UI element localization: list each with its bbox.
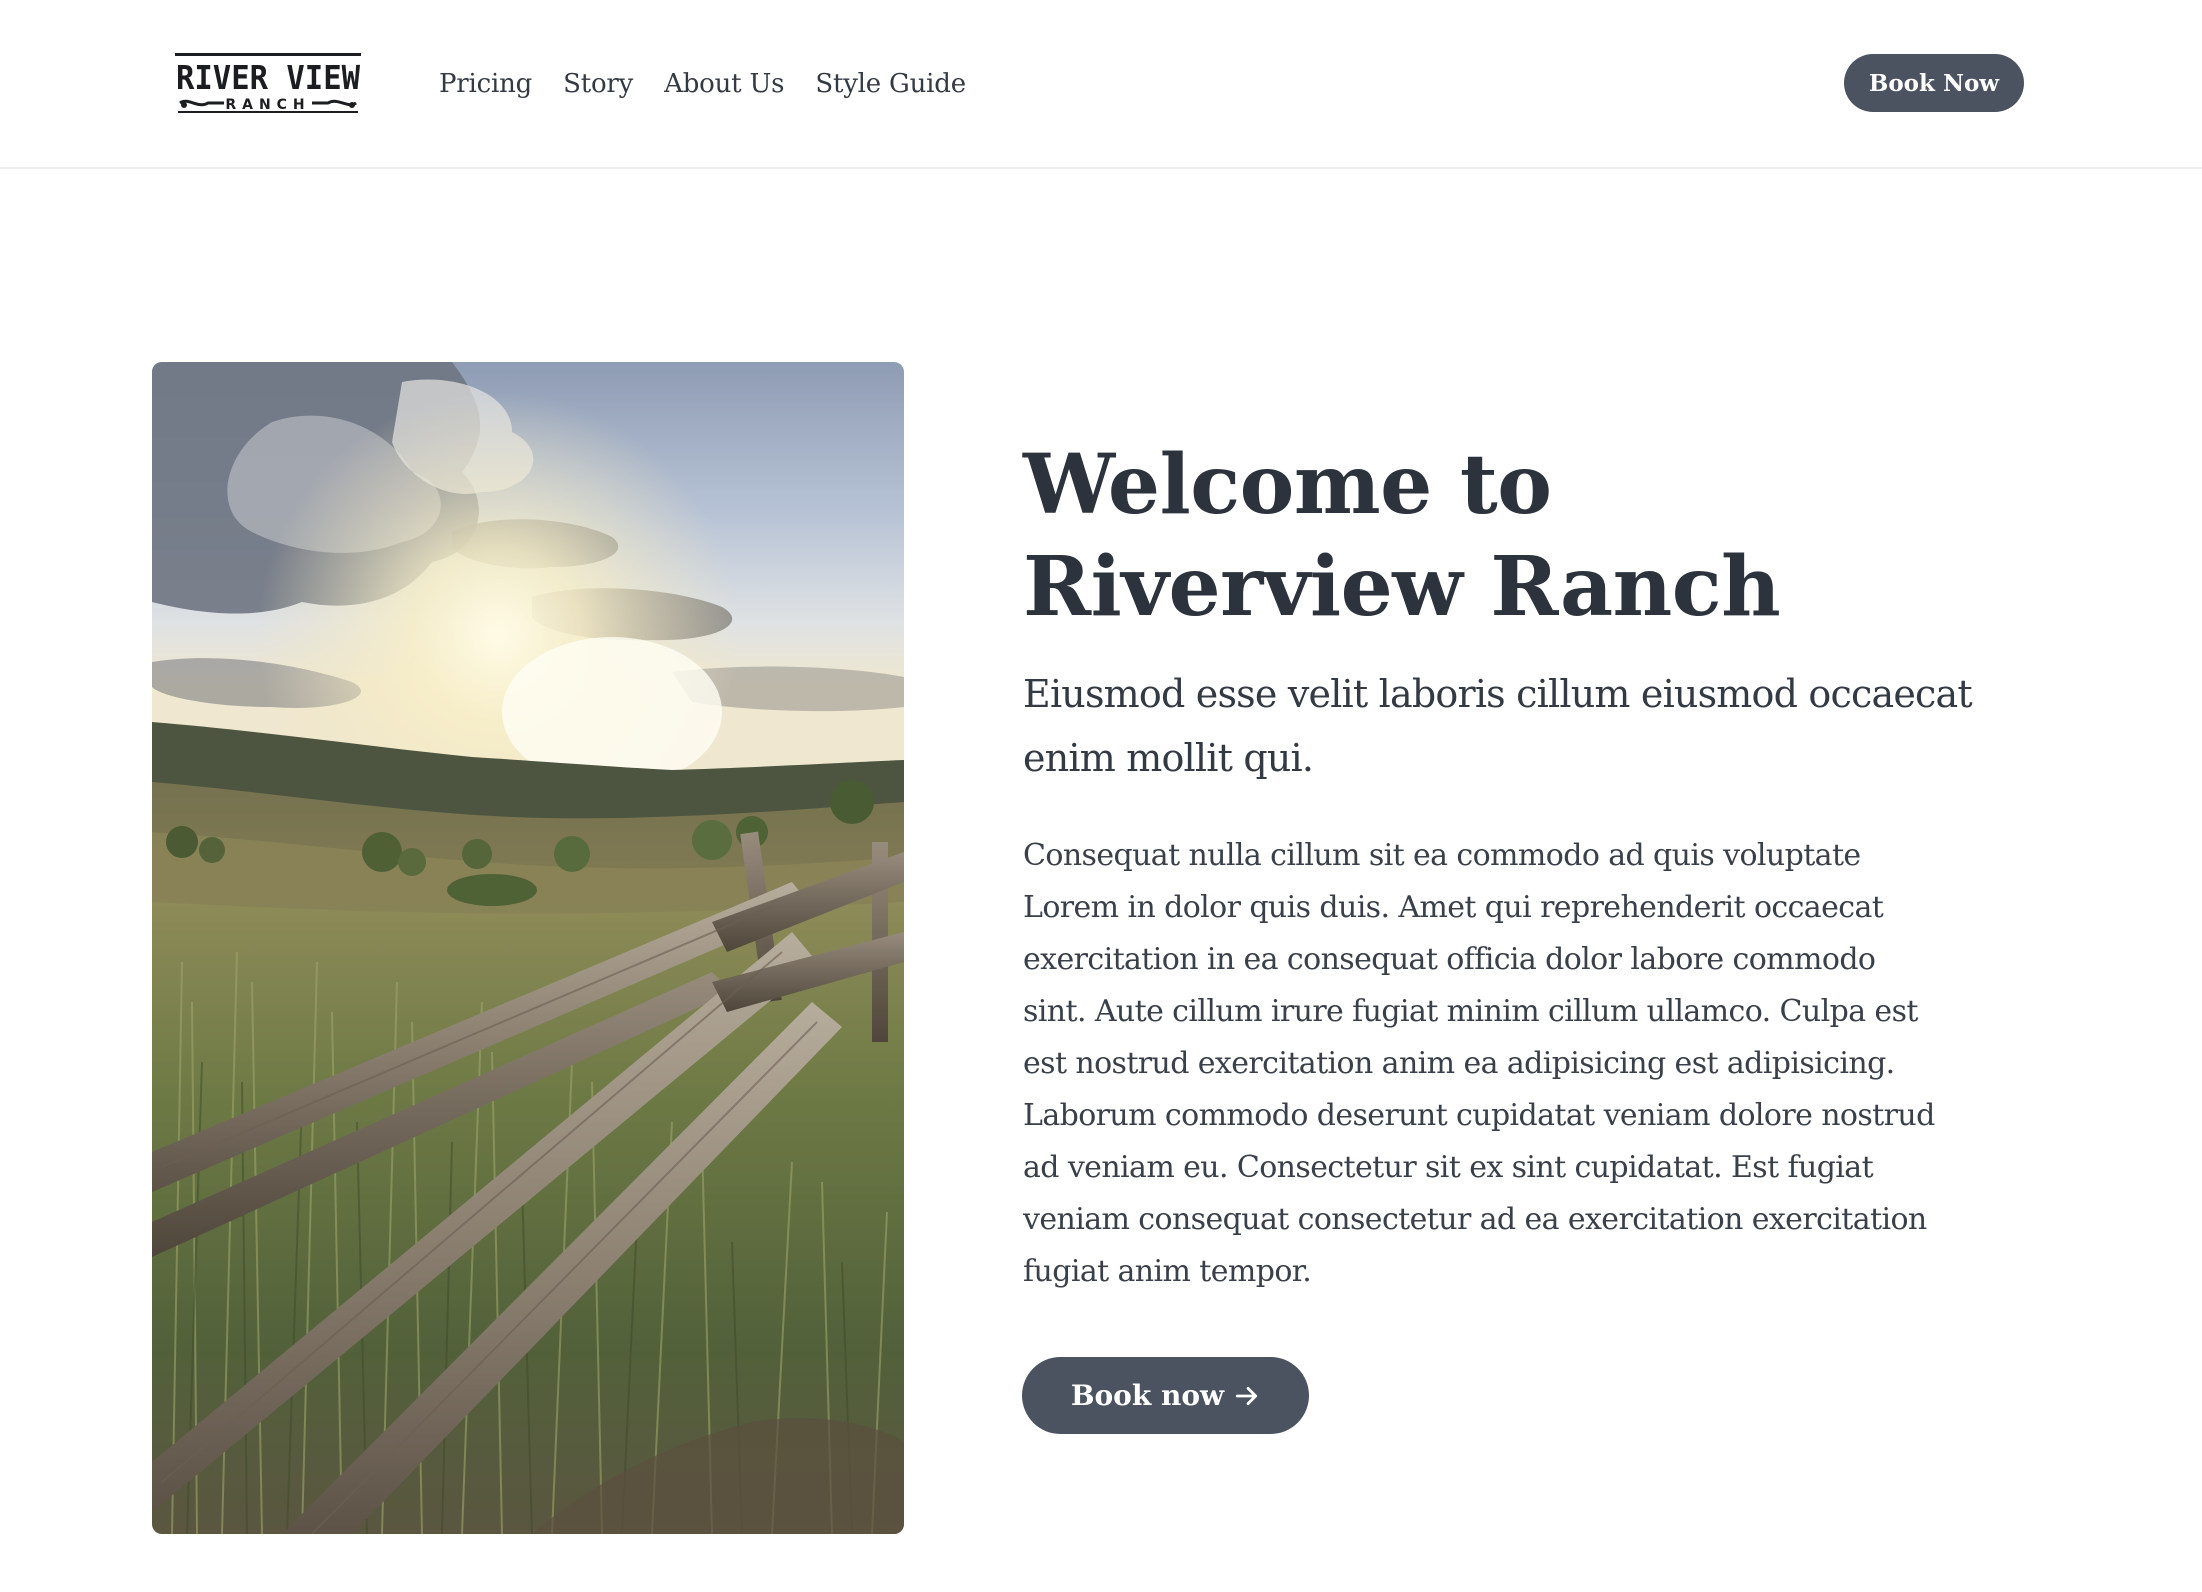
arrow-right-icon: [1235, 1386, 1258, 1405]
hero-body-text: Consequat nulla cillum sit ea commodo ad…: [1023, 838, 1935, 1289]
book-now-cta-button[interactable]: Book now: [1022, 1357, 1309, 1434]
page-title: Welcome to Riverview Ranch: [1023, 437, 1781, 635]
logo-mark: RIVER VIEW RANCH: [175, 53, 361, 113]
hero-image: [152, 362, 904, 1534]
main-nav: Pricing Story About Us Style Guide: [439, 64, 966, 104]
nav-item-style-guide[interactable]: Style Guide: [815, 69, 966, 99]
cta-label: Book now: [1070, 1379, 1225, 1412]
nav-item-pricing[interactable]: Pricing: [439, 69, 532, 99]
nav-item-about-us[interactable]: About Us: [664, 69, 784, 99]
nav-item-story[interactable]: Story: [563, 69, 633, 99]
ranch-sunset-fence-photo: [152, 362, 904, 1534]
logo-title: RIVER VIEW: [176, 58, 360, 97]
logo[interactable]: RIVER VIEW RANCH: [174, 52, 362, 114]
site-header: RIVER VIEW RANCH Pricing Story About Us …: [0, 0, 2202, 169]
hero-content: Welcome to Riverview Ranch Eiusmod esse …: [1023, 434, 2023, 1298]
logo-subtitle: RANCH: [225, 97, 310, 113]
hero-subtitle: Eiusmod esse velit laboris cillum eiusmo…: [1023, 672, 1973, 780]
book-now-button[interactable]: Book Now: [1844, 54, 2024, 112]
